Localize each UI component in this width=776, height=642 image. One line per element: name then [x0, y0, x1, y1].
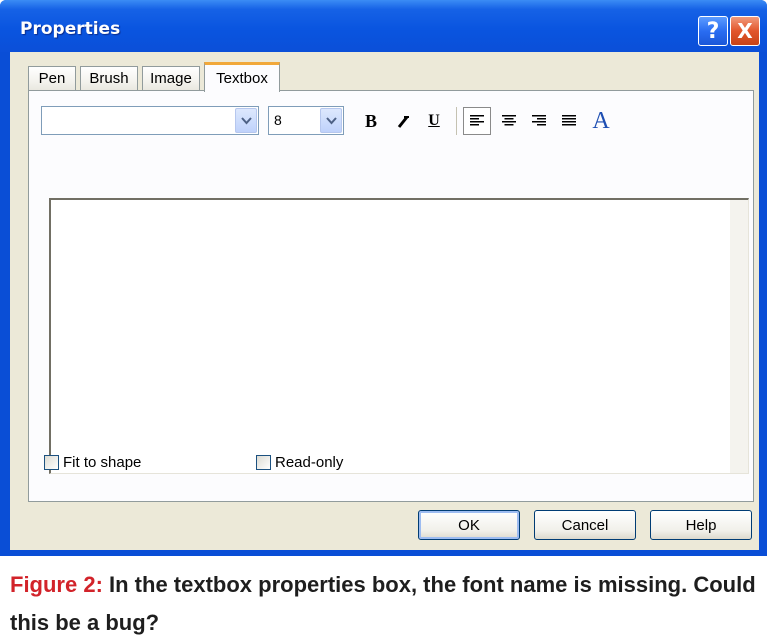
close-button[interactable]: X — [730, 16, 760, 46]
font-color-icon: A — [592, 107, 610, 134]
properties-dialog: Properties ? X Pen Brush Image Textbox 8… — [0, 0, 767, 556]
tab-pen[interactable]: Pen — [28, 66, 76, 90]
help-button[interactable]: Help — [650, 510, 752, 540]
font-color-button[interactable]: A — [587, 107, 615, 135]
fit-to-shape-checkbox[interactable] — [44, 454, 59, 470]
tab-label: Brush — [89, 70, 129, 87]
align-right-button[interactable] — [525, 107, 553, 135]
figure-label: Figure 2: — [10, 572, 103, 597]
read-only-checkbox[interactable] — [256, 454, 271, 470]
read-only-option[interactable]: Read-only — [256, 452, 343, 472]
cancel-button[interactable]: Cancel — [534, 510, 636, 540]
help-title-button[interactable]: ? — [698, 16, 728, 46]
bold-icon: B — [364, 110, 377, 131]
align-left-button[interactable] — [463, 107, 491, 135]
figure-caption: Figure 2: In the textbox properties box,… — [10, 566, 770, 642]
tab-image[interactable]: Image — [142, 66, 200, 90]
title-bar[interactable]: Properties ? X — [0, 0, 767, 52]
italic-button[interactable] — [389, 107, 417, 135]
fit-to-shape-option[interactable]: Fit to shape — [44, 452, 141, 472]
ok-button[interactable]: OK — [418, 510, 520, 540]
textbox-tab-panel: 8 B U A — [28, 90, 754, 502]
scrollbar[interactable] — [730, 200, 748, 473]
dialog-client-area: Pen Brush Image Textbox 8 B U A Fit to s… — [10, 52, 759, 550]
tab-label: Image — [150, 70, 192, 87]
align-right-icon — [532, 115, 546, 126]
align-left-icon — [470, 115, 484, 126]
font-size-combo[interactable]: 8 — [268, 106, 344, 135]
chevron-down-icon[interactable] — [235, 108, 257, 133]
tab-textbox[interactable]: Textbox — [204, 62, 280, 92]
text-content-area[interactable] — [49, 198, 749, 474]
ok-label: OK — [458, 516, 480, 534]
tab-brush[interactable]: Brush — [80, 66, 138, 90]
help-label: Help — [685, 516, 717, 534]
tab-label: Pen — [38, 70, 66, 87]
cancel-label: Cancel — [561, 516, 609, 534]
bold-button[interactable]: B — [357, 107, 385, 135]
format-toolbar: 8 B U A — [29, 97, 753, 137]
underline-button[interactable]: U — [420, 107, 448, 135]
italic-icon — [397, 116, 409, 128]
window-title: Properties — [20, 19, 121, 39]
font-name-combo[interactable] — [41, 106, 259, 135]
fit-to-shape-label: Fit to shape — [63, 453, 142, 471]
page: Properties ? X Pen Brush Image Textbox 8… — [0, 0, 776, 642]
align-justify-button[interactable] — [555, 107, 583, 135]
tab-label: Textbox — [216, 70, 268, 87]
toolbar-separator — [456, 107, 457, 135]
question-icon: ? — [706, 18, 720, 44]
caption-text: In the textbox properties box, the font … — [10, 572, 756, 635]
font-size-value: 8 — [274, 112, 282, 128]
align-justify-icon — [562, 115, 576, 126]
close-icon: X — [737, 19, 753, 43]
underline-icon: U — [428, 112, 440, 129]
align-center-icon — [502, 115, 516, 126]
align-center-button[interactable] — [495, 107, 523, 135]
chevron-down-icon[interactable] — [320, 108, 342, 133]
read-only-label: Read-only — [275, 453, 344, 471]
